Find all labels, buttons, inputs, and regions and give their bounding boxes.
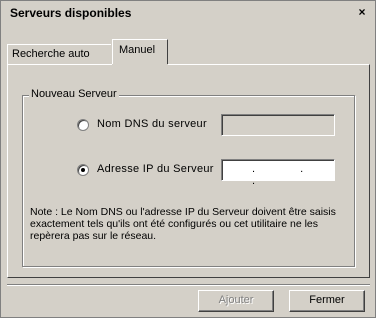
title-bar[interactable]: Serveurs disponibles ×: [5, 5, 371, 22]
dns-radio-label[interactable]: Nom DNS du serveur: [97, 118, 207, 130]
ip-address-field[interactable]: . . .: [221, 159, 335, 187]
tab-recherche-auto[interactable]: Recherche auto: [7, 44, 111, 64]
group-legend: Nouveau Serveur: [29, 88, 119, 100]
note-text: Note : Le Nom DNS ou l'adresse IP du Ser…: [30, 206, 336, 242]
dns-name-field: [221, 114, 335, 136]
tab-panel-manuel: Nouveau Serveur Nom DNS du serveur Adres…: [7, 64, 370, 278]
ip-radio-label[interactable]: Adresse IP du Serveur: [97, 163, 214, 175]
tab-manuel[interactable]: Manuel: [112, 39, 168, 65]
add-button[interactable]: Ajouter: [198, 290, 274, 312]
dialog-window: Serveurs disponibles × Recherche auto Ma…: [0, 0, 376, 318]
window-title: Serveurs disponibles: [10, 6, 132, 20]
ip-radio[interactable]: [77, 164, 89, 176]
close-button[interactable]: Fermer: [289, 290, 365, 312]
dns-radio[interactable]: [77, 119, 89, 131]
close-icon[interactable]: ×: [355, 5, 369, 19]
separator: [7, 284, 370, 286]
ip-address-value: . . .: [252, 163, 325, 187]
nouveau-serveur-group: Nouveau Serveur Nom DNS du serveur Adres…: [22, 88, 355, 267]
